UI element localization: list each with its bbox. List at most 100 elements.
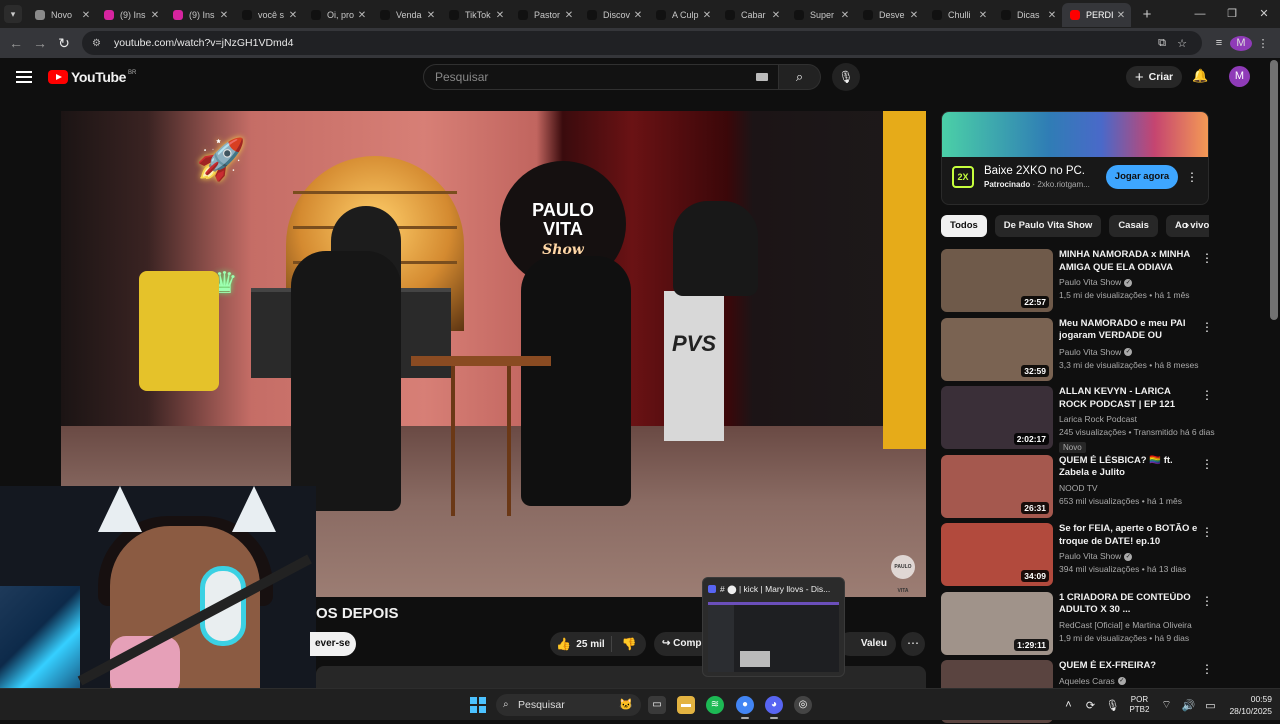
youtube-logo[interactable]: YouTube BR (48, 69, 136, 85)
media-controls-icon[interactable]: ≡ (1208, 37, 1230, 49)
recommendation-title[interactable]: Se for FEIA, aperte o BOTÃO e troque de … (1059, 523, 1199, 548)
video-thumbnail[interactable]: 1:29:11 (941, 591, 1053, 655)
taskbar-preview[interactable]: # ⬤ | kick | Mary llovs - Dis... (702, 577, 845, 677)
recommendation-item[interactable]: 34:09 Se for FEIA, aperte o BOTÃO e troqu… (941, 523, 1213, 587)
channel-name[interactable]: Paulo Vita Show (1059, 551, 1121, 561)
recommendation-item[interactable]: 22:57 MINHA NAMORADA x MINHA AMIGA QUE EL… (941, 249, 1213, 313)
notifications-bell-icon[interactable]: 🔔 (1192, 68, 1208, 84)
back-icon[interactable]: ← (4, 35, 28, 51)
chip[interactable]: Todos (941, 215, 987, 237)
chevron-up-icon[interactable]: ˄ (1057, 699, 1079, 711)
browser-tab[interactable]: (9) Ins ✕ (165, 3, 234, 27)
item-menu-icon[interactable]: ⋮ (1201, 525, 1213, 539)
video-thumbnail[interactable]: 22:57 (941, 249, 1053, 312)
create-button[interactable]: + Criar (1126, 66, 1182, 88)
recommendation-item[interactable]: 32:59 Meu NAMORADO e meu PAI jogaram VERD… (941, 317, 1213, 382)
omnibox[interactable]: ⚙ youtube.com/watch?v=jNzGH1VDmd4 ⧉ ☆ (82, 31, 1202, 55)
channel-watermark[interactable]: PAULO VITA (891, 555, 915, 594)
install-app-icon[interactable]: ⧉ (1152, 37, 1172, 50)
volume-icon[interactable]: 🔊 (1177, 699, 1199, 712)
search-input[interactable]: Pesquisar (423, 64, 779, 90)
browser-tab[interactable]: Venda ✕ (372, 3, 441, 27)
close-tab-icon[interactable]: ✕ (356, 10, 368, 21)
restore-icon[interactable]: ❐ (1216, 0, 1248, 28)
recommendation-title[interactable]: Meu NAMORADO e meu PAI jogaram VERDADE O… (1059, 318, 1199, 344)
browser-tab[interactable]: Pastor ✕ (510, 3, 579, 27)
item-menu-icon[interactable]: ⋮ (1201, 662, 1213, 676)
browser-tab[interactable]: Super ✕ (786, 3, 855, 27)
like-button[interactable]: 👍 25 mil (550, 636, 612, 652)
recommendation-title[interactable]: ALLAN KEVYN - LARICA ROCK PODCAST | EP 1… (1059, 386, 1199, 411)
more-actions-icon[interactable]: ⋯ (901, 632, 925, 656)
clock[interactable]: 00:59 28/10/2025 (1229, 693, 1272, 717)
channel-name[interactable]: RedCast [Oficial] e Martina Oliveira (1059, 620, 1192, 630)
chip[interactable]: De Paulo Vita Show (994, 215, 1102, 237)
recommendation-item[interactable]: 26:31 QUEM É LÉSBICA? 🏳️‍🌈 ft. Zabela e J… (941, 454, 1213, 519)
browser-tab[interactable]: Chulli ✕ (924, 3, 993, 27)
ad-cta-button[interactable]: Jogar agora (1106, 165, 1178, 189)
spotify-icon[interactable]: ≋ (706, 696, 724, 714)
close-tab-icon[interactable]: ✕ (563, 10, 575, 21)
search-button[interactable]: ⌕ (779, 64, 821, 90)
channel-name[interactable]: NOOD TV (1059, 483, 1098, 493)
sync-icon[interactable]: ⟳ (1079, 699, 1101, 712)
windows-start-icon[interactable] (470, 697, 486, 713)
close-tab-icon[interactable]: ✕ (287, 10, 299, 21)
video-thumbnail[interactable]: 2:02:17 (941, 386, 1053, 449)
chrome-icon[interactable]: ● (736, 696, 754, 719)
menu-icon[interactable] (16, 68, 32, 86)
dislike-button[interactable]: 👎 (612, 637, 646, 651)
video-thumbnail[interactable]: 32:59 (941, 317, 1053, 381)
subscribe-button[interactable]: ever-se (310, 632, 356, 656)
ad-card[interactable]: 2X Baixe 2XKO no PC. Patrocinado · 2xko.… (941, 111, 1209, 205)
wifi-icon[interactable]: ⌔ (1155, 698, 1177, 712)
close-tab-icon[interactable]: ✕ (494, 10, 506, 21)
close-tab-icon[interactable]: ✕ (977, 10, 989, 21)
recommendation-title[interactable]: 1 CRIADORA DE CONTEÚDO ADULTO X 30 ... (1059, 592, 1199, 617)
item-menu-icon[interactable]: ⋮ (1201, 251, 1213, 265)
close-tab-icon[interactable]: ✕ (839, 10, 851, 21)
close-tab-icon[interactable]: ✕ (80, 10, 92, 21)
item-menu-icon[interactable]: ⋮ (1201, 457, 1213, 471)
close-tab-icon[interactable]: ✕ (1046, 10, 1058, 21)
keyboard-icon[interactable] (756, 73, 768, 81)
browser-tab[interactable]: Discov ✕ (579, 3, 648, 27)
bookmark-star-icon[interactable]: ☆ (1172, 37, 1192, 50)
microphone-icon[interactable]: 🎙 (1101, 699, 1123, 712)
share-button[interactable]: ↪ Comp (654, 632, 709, 656)
voice-search-button[interactable]: 🎙 (832, 63, 860, 91)
browser-tab[interactable]: (9) Ins ✕ (96, 3, 165, 27)
language-indicator[interactable]: POR PTB2 (1129, 695, 1149, 715)
recommendation-item[interactable]: 1:29:11 1 CRIADORA DE CONTEÚDO ADULTO X 3… (941, 591, 1213, 656)
recommendation-title[interactable]: MINHA NAMORADA x MINHA AMIGA QUE ELA ODI… (1059, 249, 1199, 274)
channel-name[interactable]: Paulo Vita Show (1059, 277, 1121, 287)
close-tab-icon[interactable]: ✕ (908, 10, 920, 21)
video-thumbnail[interactable]: 26:31 (941, 454, 1053, 518)
browser-tab[interactable]: PERDI ✕ (1062, 3, 1131, 27)
browser-tab[interactable]: Cabar ✕ (717, 3, 786, 27)
recommendation-title[interactable]: QUEM É EX-FREIRA? (1059, 660, 1199, 673)
close-tab-icon[interactable]: ✕ (425, 10, 437, 21)
new-tab-button[interactable]: + (1135, 6, 1159, 23)
taskbar-search[interactable]: ⌕ Pesquisar 🐱 (496, 694, 641, 716)
profile-avatar[interactable]: M (1230, 35, 1252, 51)
recommendation-title[interactable]: QUEM É LÉSBICA? 🏳️‍🌈 ft. Zabela e Julito (1059, 455, 1199, 480)
chevron-right-icon[interactable]: › (1185, 217, 1189, 232)
close-tab-icon[interactable]: ✕ (632, 10, 644, 21)
item-menu-icon[interactable]: ⋮ (1201, 388, 1213, 402)
chip[interactable]: Casais (1109, 215, 1158, 237)
channel-name[interactable]: Aqueles Caras (1059, 676, 1115, 686)
browser-tab[interactable]: você s ✕ (234, 3, 303, 27)
close-tab-icon[interactable]: ✕ (149, 10, 161, 21)
browser-tab[interactable]: Novo ✕ (27, 3, 96, 27)
close-tab-icon[interactable]: ✕ (701, 10, 713, 21)
video-thumbnail[interactable]: 34:09 (941, 523, 1053, 586)
discord-icon[interactable]: ◕ (765, 696, 783, 719)
channel-name[interactable]: Larica Rock Podcast (1059, 414, 1137, 424)
item-menu-icon[interactable]: ⋮ (1201, 594, 1213, 608)
channel-name[interactable]: Paulo Vita Show (1059, 347, 1121, 357)
tab-search-icon[interactable]: ▾ (4, 5, 22, 23)
battery-icon[interactable]: ▭ (1199, 699, 1221, 712)
scrollbar[interactable] (1270, 60, 1278, 320)
obs-icon[interactable]: ◎ (794, 696, 812, 714)
